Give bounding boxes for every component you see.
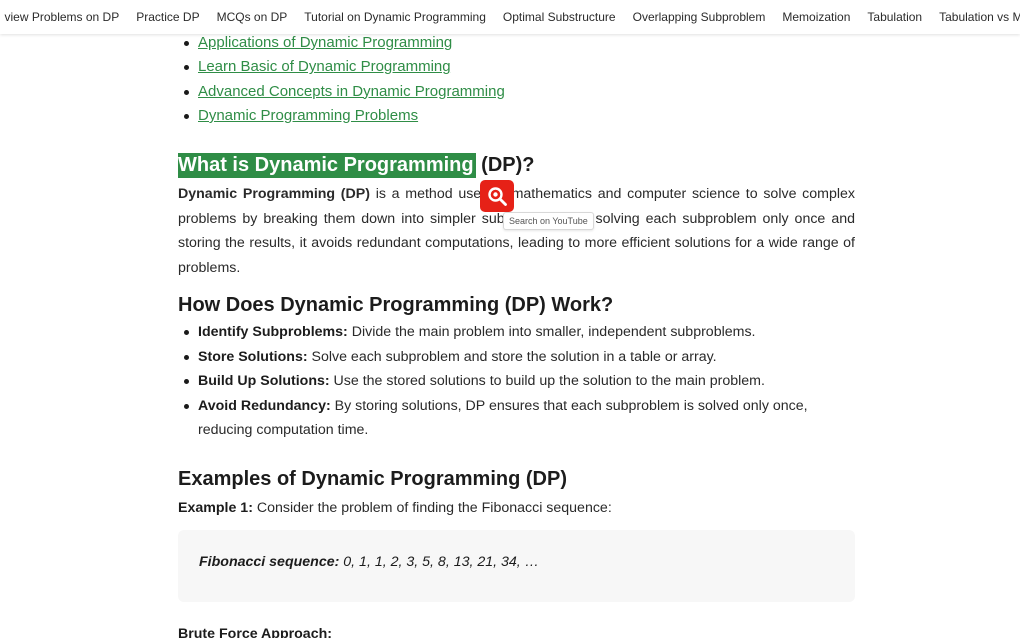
toc-item: Learn Basic of Dynamic Programming <box>178 55 505 79</box>
search-magnifier-icon <box>488 187 507 206</box>
code-values: 0, 1, 1, 2, 3, 5, 8, 13, 21, 34, … <box>339 554 539 570</box>
nav-item-overlapping-subproblem[interactable]: Overlapping Subproblem <box>624 9 774 25</box>
nav-item-memoization[interactable]: Memoization <box>774 9 859 25</box>
step-text: Divide the main problem into smaller, in… <box>347 324 756 340</box>
brute-force-heading: Brute Force Approach: <box>178 626 332 638</box>
list-item: Identify Subproblems: Divide the main pr… <box>178 320 855 345</box>
nav-item-problems-on-dp[interactable]: view Problems on DP <box>0 9 128 25</box>
topic-nav-bar: view Problems on DP Practice DP MCQs on … <box>0 0 1020 34</box>
dp-steps-list: Identify Subproblems: Divide the main pr… <box>178 320 855 443</box>
list-item: Store Solutions: Solve each subproblem a… <box>178 345 855 370</box>
heading-how-dp-works: How Does Dynamic Programming (DP) Work? <box>178 294 614 316</box>
nav-item-practice-dp[interactable]: Practice DP <box>128 9 208 25</box>
toc-item: Dynamic Programming Problems <box>178 104 505 128</box>
example-label: Example 1: <box>178 500 253 516</box>
topic-nav-track: view Problems on DP Practice DP MCQs on … <box>0 9 1020 25</box>
heading-what-is-dp: What is Dynamic Programming (DP)? <box>178 150 535 180</box>
fibonacci-code-block: Fibonacci sequence: 0, 1, 1, 2, 3, 5, 8,… <box>178 530 855 602</box>
selected-text-highlight[interactable]: What is Dynamic Programming <box>178 153 476 178</box>
step-title: Build Up Solutions: <box>198 373 330 389</box>
table-of-contents: Applications of Dynamic Programming Lear… <box>178 31 505 128</box>
toc-link-advanced[interactable]: Advanced Concepts in Dynamic Programming <box>198 83 505 100</box>
step-text: Solve each subproblem and store the solu… <box>307 348 717 365</box>
youtube-search-tooltip: Search on YouTube <box>503 212 594 230</box>
nav-item-optimal-substructure[interactable]: Optimal Substructure <box>494 9 624 25</box>
toc-link-applications[interactable]: Applications of Dynamic Programming <box>198 34 452 51</box>
step-title: Avoid Redundancy: <box>198 397 331 414</box>
toc-link-basics[interactable]: Learn Basic of Dynamic Programming <box>198 58 451 75</box>
list-item: Avoid Redundancy: By storing solutions, … <box>178 394 855 443</box>
step-text: Use the stored solutions to build up the… <box>329 373 765 389</box>
toc-item: Advanced Concepts in Dynamic Programming <box>178 80 505 104</box>
step-title: Store Solutions: <box>198 348 308 365</box>
nav-item-tutorial-dp[interactable]: Tutorial on Dynamic Programming <box>296 9 495 25</box>
code-label: Fibonacci sequence: <box>199 554 340 570</box>
youtube-search-button[interactable] <box>480 180 514 212</box>
example-1-line: Example 1: Consider the problem of findi… <box>178 496 612 520</box>
fibonacci-sequence-text: Fibonacci sequence: 0, 1, 1, 2, 3, 5, 8,… <box>199 552 539 572</box>
nav-item-tabulation[interactable]: Tabulation <box>859 9 931 25</box>
step-title: Identify Subproblems: <box>198 324 348 340</box>
example-text: Consider the problem of finding the Fibo… <box>252 500 612 516</box>
nav-item-mcqs-on-dp[interactable]: MCQs on DP <box>208 9 296 25</box>
dp-definition-paragraph: Dynamic Programming (DP) is a method use… <box>178 182 855 280</box>
toc-link-problems[interactable]: Dynamic Programming Problems <box>198 107 418 124</box>
heading-examples-dp: Examples of Dynamic Programming (DP) <box>178 468 567 490</box>
toc-item: Applications of Dynamic Programming <box>178 31 505 55</box>
heading-what-is-dp-suffix: (DP)? <box>475 154 535 176</box>
dp-term-bold: Dynamic Programming (DP) <box>178 186 370 202</box>
nav-item-tabulation-vs-memoization[interactable]: Tabulation vs Memoi <box>931 9 1020 25</box>
list-item: Build Up Solutions: Use the stored solut… <box>178 369 855 394</box>
